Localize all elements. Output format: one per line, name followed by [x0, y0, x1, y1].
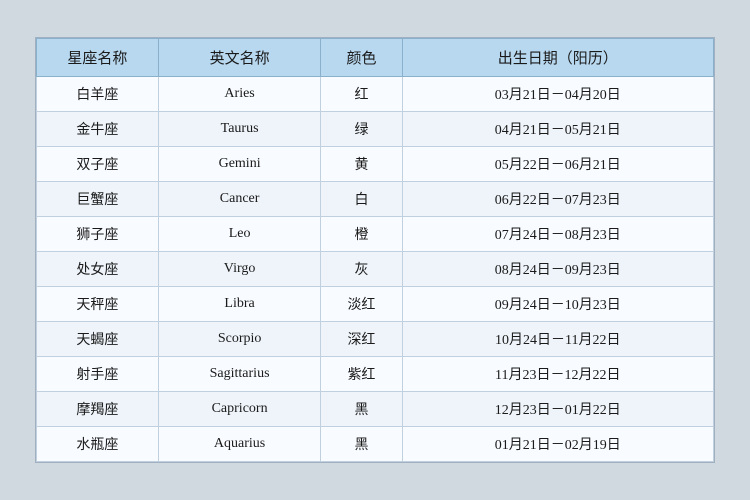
cell-date: 11月23日－12月22日 [402, 357, 713, 392]
table-row: 水瓶座Aquarius黑01月21日－02月19日 [37, 427, 714, 462]
table-row: 处女座Virgo灰08月24日－09月23日 [37, 252, 714, 287]
cell-color: 灰 [321, 252, 402, 287]
header-english: 英文名称 [158, 39, 320, 77]
cell-english: Aquarius [158, 427, 320, 462]
cell-color: 黑 [321, 427, 402, 462]
table-row: 巨蟹座Cancer白06月22日－07月23日 [37, 182, 714, 217]
cell-english: Aries [158, 77, 320, 112]
cell-chinese: 巨蟹座 [37, 182, 159, 217]
cell-english: Virgo [158, 252, 320, 287]
cell-date: 01月21日－02月19日 [402, 427, 713, 462]
cell-date: 08月24日－09月23日 [402, 252, 713, 287]
cell-english: Cancer [158, 182, 320, 217]
cell-chinese: 金牛座 [37, 112, 159, 147]
cell-english: Capricorn [158, 392, 320, 427]
cell-date: 05月22日－06月21日 [402, 147, 713, 182]
table-row: 金牛座Taurus绿04月21日－05月21日 [37, 112, 714, 147]
cell-color: 白 [321, 182, 402, 217]
cell-chinese: 水瓶座 [37, 427, 159, 462]
cell-date: 09月24日－10月23日 [402, 287, 713, 322]
cell-color: 淡红 [321, 287, 402, 322]
cell-color: 深红 [321, 322, 402, 357]
cell-chinese: 摩羯座 [37, 392, 159, 427]
cell-english: Taurus [158, 112, 320, 147]
cell-chinese: 天蝎座 [37, 322, 159, 357]
cell-english: Scorpio [158, 322, 320, 357]
cell-color: 黑 [321, 392, 402, 427]
table-row: 天秤座Libra淡红09月24日－10月23日 [37, 287, 714, 322]
cell-chinese: 双子座 [37, 147, 159, 182]
cell-color: 紫红 [321, 357, 402, 392]
cell-chinese: 处女座 [37, 252, 159, 287]
cell-chinese: 白羊座 [37, 77, 159, 112]
cell-date: 10月24日－11月22日 [402, 322, 713, 357]
cell-color: 红 [321, 77, 402, 112]
cell-english: Leo [158, 217, 320, 252]
table-row: 摩羯座Capricorn黑12月23日－01月22日 [37, 392, 714, 427]
cell-date: 04月21日－05月21日 [402, 112, 713, 147]
cell-english: Gemini [158, 147, 320, 182]
header-chinese: 星座名称 [37, 39, 159, 77]
zodiac-table: 星座名称 英文名称 颜色 出生日期（阳历） 白羊座Aries红03月21日－04… [36, 38, 714, 462]
cell-date: 12月23日－01月22日 [402, 392, 713, 427]
cell-color: 绿 [321, 112, 402, 147]
table-header-row: 星座名称 英文名称 颜色 出生日期（阳历） [37, 39, 714, 77]
cell-chinese: 天秤座 [37, 287, 159, 322]
cell-english: Sagittarius [158, 357, 320, 392]
cell-color: 黄 [321, 147, 402, 182]
table-row: 白羊座Aries红03月21日－04月20日 [37, 77, 714, 112]
cell-english: Libra [158, 287, 320, 322]
zodiac-table-container: 星座名称 英文名称 颜色 出生日期（阳历） 白羊座Aries红03月21日－04… [35, 37, 715, 463]
table-row: 射手座Sagittarius紫红11月23日－12月22日 [37, 357, 714, 392]
table-row: 天蝎座Scorpio深红10月24日－11月22日 [37, 322, 714, 357]
table-row: 双子座Gemini黄05月22日－06月21日 [37, 147, 714, 182]
cell-chinese: 射手座 [37, 357, 159, 392]
cell-color: 橙 [321, 217, 402, 252]
header-date: 出生日期（阳历） [402, 39, 713, 77]
table-row: 狮子座Leo橙07月24日－08月23日 [37, 217, 714, 252]
cell-date: 06月22日－07月23日 [402, 182, 713, 217]
header-color: 颜色 [321, 39, 402, 77]
cell-date: 07月24日－08月23日 [402, 217, 713, 252]
cell-date: 03月21日－04月20日 [402, 77, 713, 112]
cell-chinese: 狮子座 [37, 217, 159, 252]
